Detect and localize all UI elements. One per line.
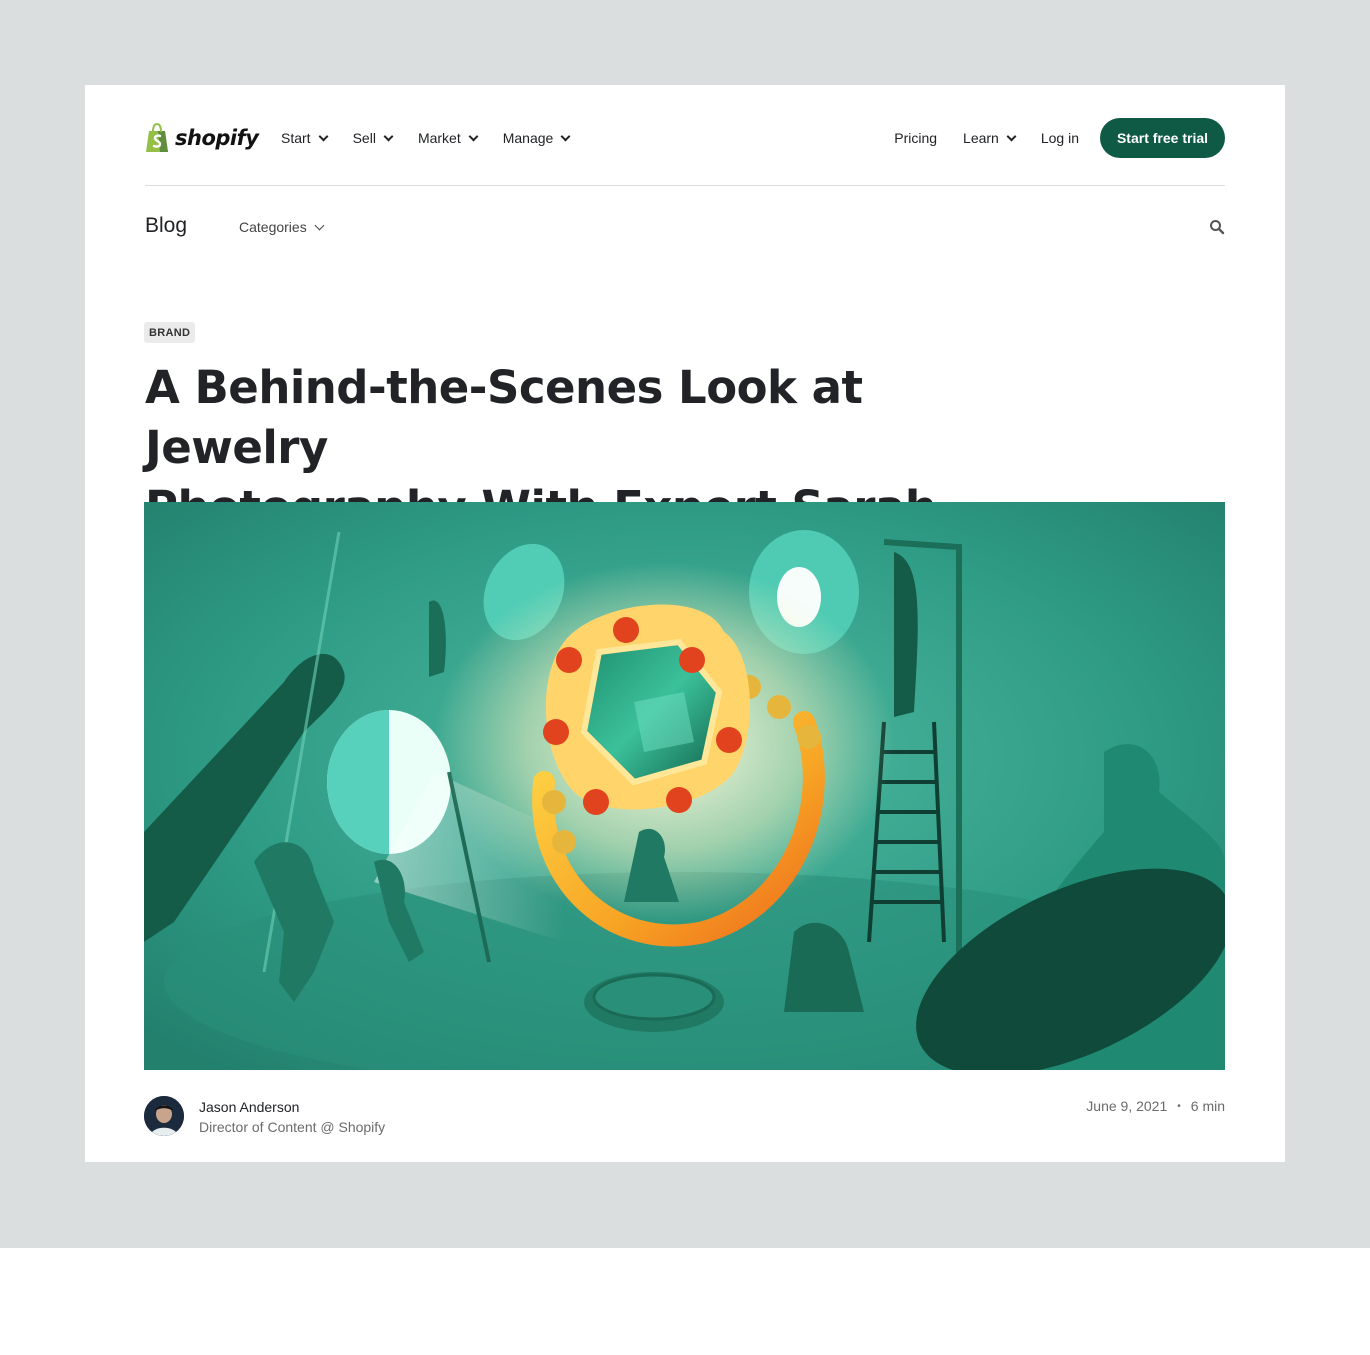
author-text: Jason Anderson Director of Content @ Sho… xyxy=(199,1098,385,1136)
nav-start-label: Start xyxy=(281,130,311,146)
author-role: Director of Content @ Shopify xyxy=(199,1119,386,1135)
categories-dropdown[interactable]: Categories xyxy=(239,219,325,235)
read-time: 6 min xyxy=(1190,1098,1225,1114)
nav-login[interactable]: Log in xyxy=(1041,130,1079,146)
chevron-down-icon xyxy=(468,131,479,141)
nav-pricing[interactable]: Pricing xyxy=(894,130,937,146)
nav-learn-label: Learn xyxy=(963,130,999,146)
chevron-down-icon xyxy=(318,131,329,141)
nav-sell[interactable]: Sell xyxy=(352,130,394,146)
chevron-down-icon xyxy=(383,131,394,141)
article-title-line-1: A Behind-the-Scenes Look at Jewelry xyxy=(145,361,863,474)
nav-divider xyxy=(145,185,1225,186)
article-meta: June 9, 2021 • 6 min xyxy=(1086,1098,1225,1114)
hero-image xyxy=(144,502,1225,1070)
search-icon[interactable] xyxy=(1209,219,1225,235)
meta-separator: • xyxy=(1177,1100,1181,1112)
shopify-logo[interactable]: shopify xyxy=(145,122,259,154)
chevron-down-icon xyxy=(314,220,325,230)
right-nav: Pricing Learn Log in Start free trial xyxy=(894,118,1225,158)
nav-learn[interactable]: Learn xyxy=(963,130,1017,146)
nav-manage-label: Manage xyxy=(502,130,554,146)
chevron-down-icon xyxy=(1006,131,1017,141)
nav-manage[interactable]: Manage xyxy=(502,130,571,146)
logo-wordmark: shopify xyxy=(175,126,259,150)
category-badge[interactable]: BRAND xyxy=(144,322,196,343)
nav-sell-label: Sell xyxy=(352,130,376,146)
main-nav-list: Start Sell Market Manage xyxy=(281,118,595,158)
author-block: Jason Anderson Director of Content @ Sho… xyxy=(144,1096,385,1136)
shopify-bag-icon xyxy=(146,123,168,152)
screenshot-card: shopify Start Sell Market Manage Pricing xyxy=(85,85,1285,1162)
avatar[interactable] xyxy=(144,1096,184,1136)
blog-home-link[interactable]: Blog xyxy=(145,214,187,238)
author-name[interactable]: Jason Anderson xyxy=(199,1098,385,1116)
nav-start[interactable]: Start xyxy=(281,130,329,146)
start-free-trial-button[interactable]: Start free trial xyxy=(1100,118,1225,158)
nav-market-label: Market xyxy=(417,130,461,146)
publish-date: June 9, 2021 xyxy=(1086,1098,1168,1114)
categories-label: Categories xyxy=(239,219,307,235)
chevron-down-icon xyxy=(560,131,571,141)
nav-market[interactable]: Market xyxy=(417,130,479,146)
jewelry-photography-illustration xyxy=(144,502,1225,1070)
blog-subnav: Blog Categories xyxy=(145,211,1225,243)
top-navigation: shopify Start Sell Market Manage Pricing xyxy=(145,118,1225,158)
